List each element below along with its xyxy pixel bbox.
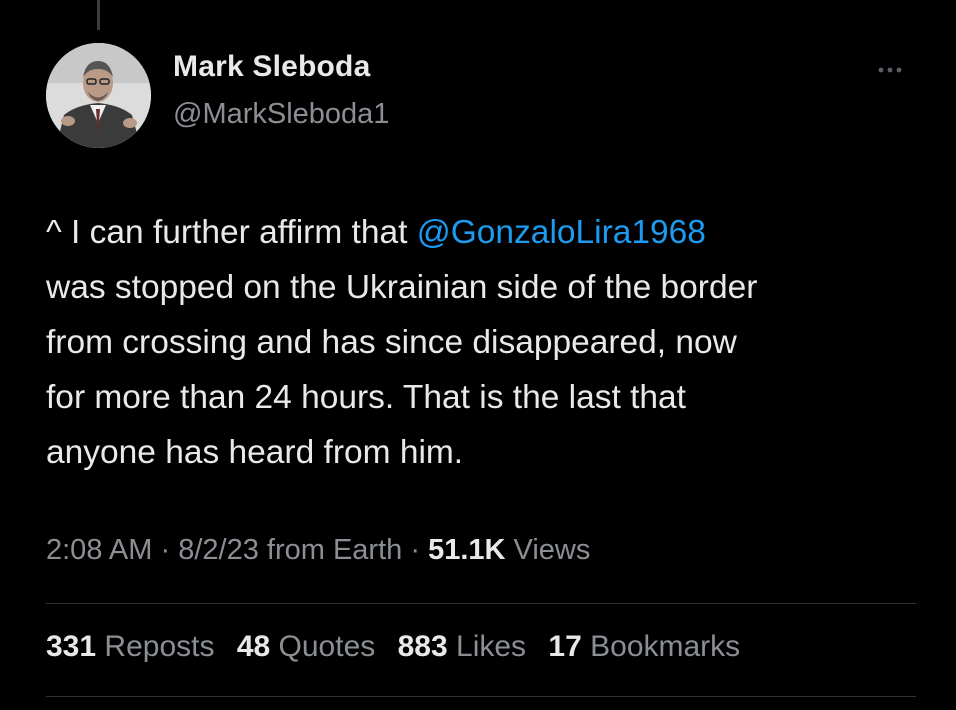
likes-label: Likes	[456, 630, 527, 663]
bookmarks-label: Bookmarks	[590, 630, 741, 663]
tweet-meta: 2:08 AM · 8/2/23 from Earth · 51.1K View…	[46, 534, 590, 567]
engagement-stats: 331 Reposts 48 Quotes 883 Likes 17 Bookm…	[46, 630, 754, 664]
quotes-label: Quotes	[278, 630, 376, 663]
views-label: Views	[513, 534, 591, 566]
divider	[46, 696, 916, 697]
author-name[interactable]: Mark Sleboda	[173, 50, 370, 84]
quotes-stat[interactable]: 48 Quotes	[237, 630, 375, 663]
mention-link[interactable]: @GonzaloLira1968	[417, 214, 706, 251]
tweet-text-body: was stopped on the Ukrainian side of the…	[46, 269, 758, 471]
bookmarks-stat[interactable]: 17 Bookmarks	[548, 630, 740, 663]
reposts-count: 331	[46, 630, 97, 663]
tweet-time[interactable]: 2:08 AM	[46, 534, 152, 566]
thread-connector-line	[97, 0, 100, 30]
likes-count: 883	[397, 630, 448, 663]
avatar-photo	[46, 43, 151, 148]
bookmarks-count: 17	[548, 630, 582, 663]
tweet-date[interactable]: 8/2/23	[178, 534, 259, 566]
reposts-label: Reposts	[104, 630, 215, 663]
author-handle[interactable]: @MarkSleboda1	[173, 98, 389, 131]
views-count: 51.1K	[428, 534, 506, 566]
meta-separator: ·	[160, 534, 171, 566]
likes-stat[interactable]: 883 Likes	[398, 630, 526, 663]
more-options-icon[interactable]	[873, 58, 913, 78]
reposts-stat[interactable]: 331 Reposts	[46, 630, 214, 663]
tweet-text-intro: ^ I can further affirm that	[46, 214, 417, 251]
meta-separator: ·	[410, 534, 421, 566]
quotes-count: 48	[236, 630, 271, 663]
tweet-text: ^ I can further affirm that @GonzaloLira…	[46, 205, 926, 480]
divider	[46, 603, 916, 604]
tweet-source: from Earth	[266, 534, 403, 566]
avatar[interactable]	[46, 43, 151, 148]
